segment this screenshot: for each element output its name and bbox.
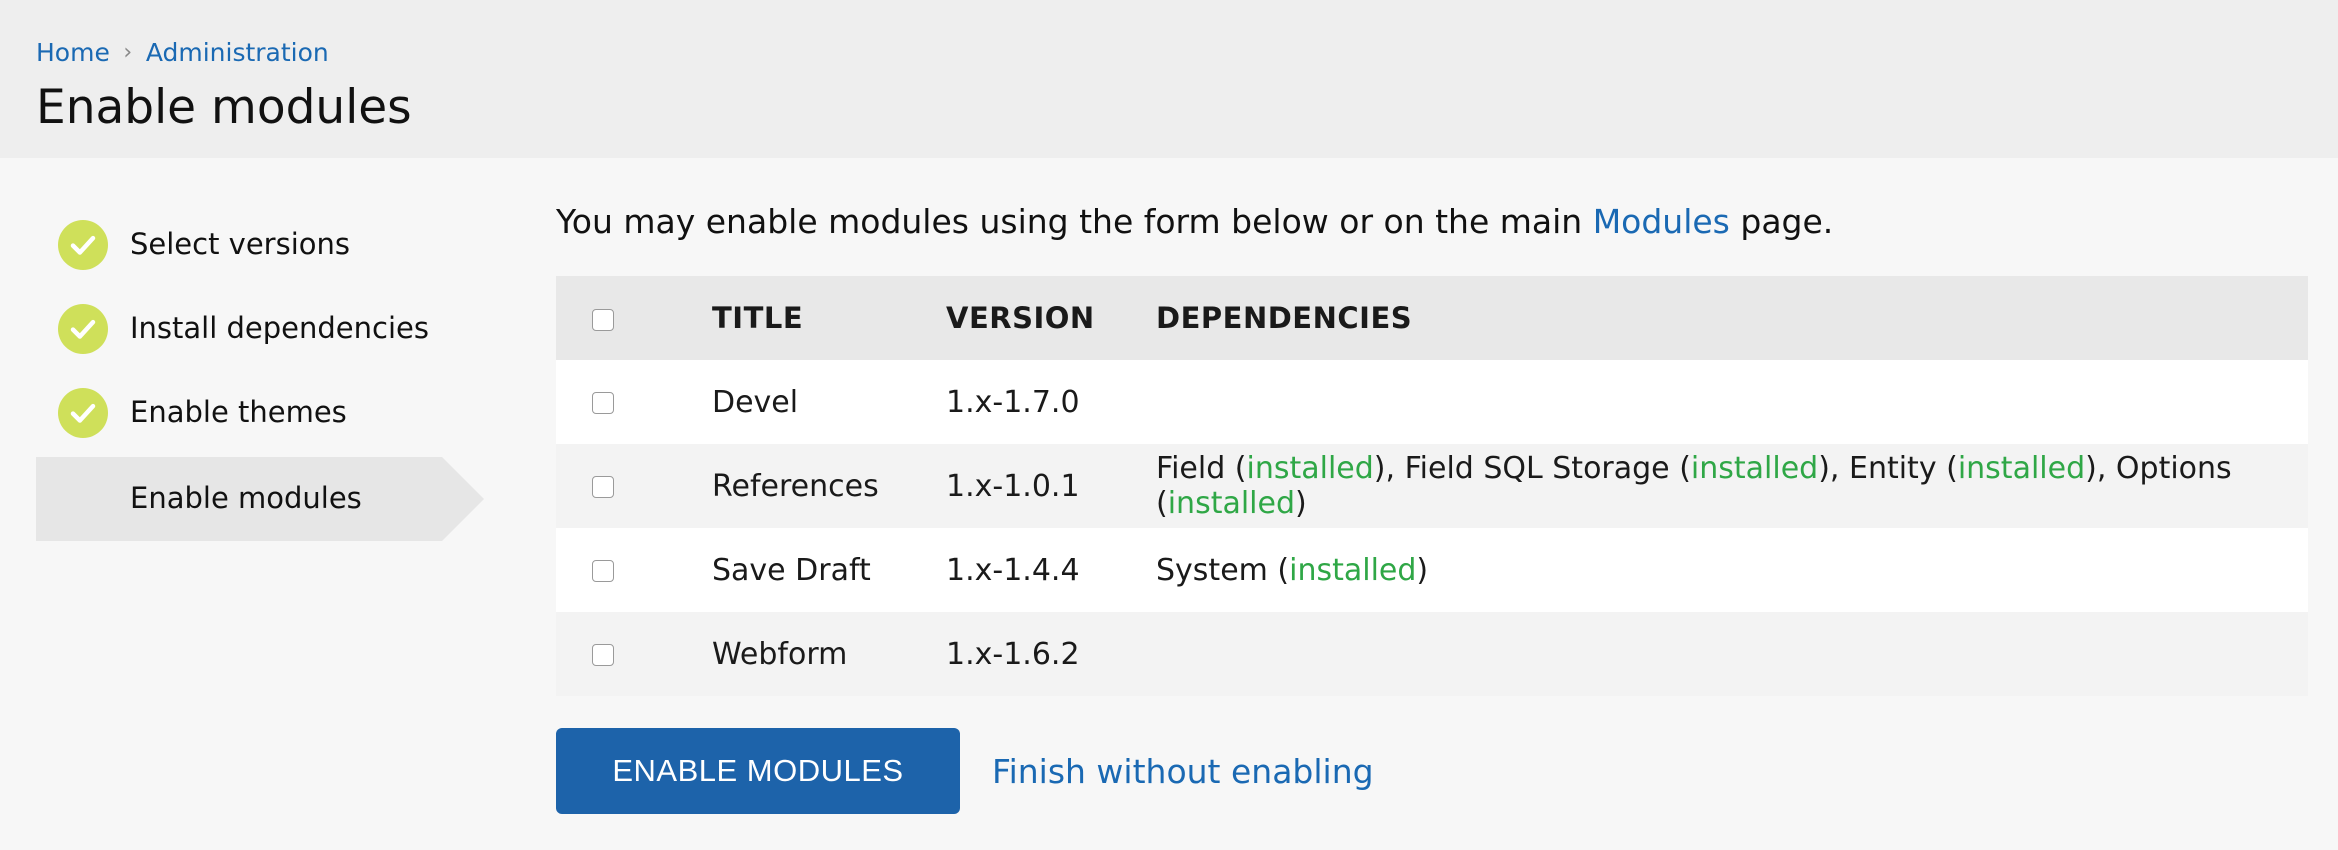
module-checkbox-save-draft[interactable] <box>592 560 614 582</box>
module-dependencies: Field (installed), Field SQL Storage (in… <box>1156 451 2232 521</box>
dependency-status: installed <box>1167 486 1296 521</box>
step-select-versions: Select versions <box>36 203 486 287</box>
module-title: References <box>712 468 879 504</box>
enable-modules-button[interactable]: ENABLE MODULES <box>556 728 960 814</box>
table-row: References 1.x-1.0.1 Field (installed), … <box>556 444 2308 528</box>
step-label: Select versions <box>130 227 351 261</box>
breadcrumb-administration-link[interactable]: Administration <box>146 38 329 67</box>
dependency-status: installed <box>1690 451 1819 486</box>
modules-page-link[interactable]: Modules <box>1593 202 1730 241</box>
step-label: Enable themes <box>130 395 347 429</box>
intro-text-before: You may enable modules using the form be… <box>556 202 1593 241</box>
dependency-name: Entity <box>1848 451 1937 486</box>
page-header: Home › Administration Enable modules <box>0 0 2338 158</box>
check-circle-icon <box>58 220 108 270</box>
module-title: Devel <box>712 384 799 420</box>
column-header-title: TITLE <box>712 276 946 360</box>
check-circle-icon <box>58 388 108 438</box>
breadcrumb-home-link[interactable]: Home <box>36 38 110 67</box>
breadcrumb: Home › Administration <box>36 38 329 67</box>
module-title: Webform <box>712 636 848 672</box>
module-dependencies: System (installed) <box>1156 552 1429 588</box>
check-circle-icon <box>58 304 108 354</box>
table-row: Webform 1.x-1.6.2 <box>556 612 2308 696</box>
installer-steps: Select versions Install dependencies Ena… <box>36 203 486 541</box>
form-actions: ENABLE MODULES Finish without enabling <box>556 728 2308 814</box>
main-content: You may enable modules using the form be… <box>556 196 2308 814</box>
modules-table: TITLE VERSION DEPENDENCIES Devel 1.x-1.7… <box>556 276 2308 696</box>
chevron-right-icon: › <box>123 40 133 65</box>
module-checkbox-references[interactable] <box>592 476 614 498</box>
step-label: Install dependencies <box>130 311 429 345</box>
module-title: Save Draft <box>712 552 871 588</box>
table-header-row: TITLE VERSION DEPENDENCIES <box>556 276 2308 360</box>
column-header-dependencies: DEPENDENCIES <box>1156 276 2308 360</box>
intro-text-after: page. <box>1729 202 1834 241</box>
dependency-name: Field SQL Storage <box>1404 451 1670 486</box>
column-header-version: VERSION <box>946 276 1156 360</box>
page-title: Enable modules <box>36 80 412 135</box>
dependency-status: installed <box>1957 451 2086 486</box>
step-enable-modules-active: Enable modules <box>36 457 484 541</box>
select-all-cell <box>556 276 712 360</box>
dependency-name: Field <box>1156 451 1226 486</box>
module-dependencies <box>1156 612 2308 696</box>
table-row: Save Draft 1.x-1.4.4 System (installed) <box>556 528 2308 612</box>
select-all-checkbox[interactable] <box>592 309 614 331</box>
step-label: Enable modules <box>130 481 362 515</box>
module-version: 1.x-1.6.2 <box>946 636 1080 672</box>
step-enable-themes: Enable themes <box>36 371 486 455</box>
module-checkbox-devel[interactable] <box>592 392 614 414</box>
module-checkbox-webform[interactable] <box>592 644 614 666</box>
row-checkbox-cell <box>556 528 712 612</box>
row-checkbox-cell <box>556 444 712 528</box>
module-version: 1.x-1.7.0 <box>946 384 1080 420</box>
module-dependencies <box>1156 360 2308 444</box>
step-install-dependencies: Install dependencies <box>36 287 486 371</box>
finish-without-enabling-link[interactable]: Finish without enabling <box>992 752 1374 791</box>
dependency-name: System <box>1156 552 1268 588</box>
dependency-status: installed <box>1246 451 1374 486</box>
intro-text: You may enable modules using the form be… <box>556 196 2308 248</box>
table-row: Devel 1.x-1.7.0 <box>556 360 2308 444</box>
module-version: 1.x-1.4.4 <box>946 552 1080 588</box>
row-checkbox-cell <box>556 612 712 696</box>
dependency-name: Options <box>2115 451 2232 486</box>
module-version: 1.x-1.0.1 <box>946 468 1080 504</box>
dependency-status: installed <box>1289 552 1417 588</box>
row-checkbox-cell <box>556 360 712 444</box>
